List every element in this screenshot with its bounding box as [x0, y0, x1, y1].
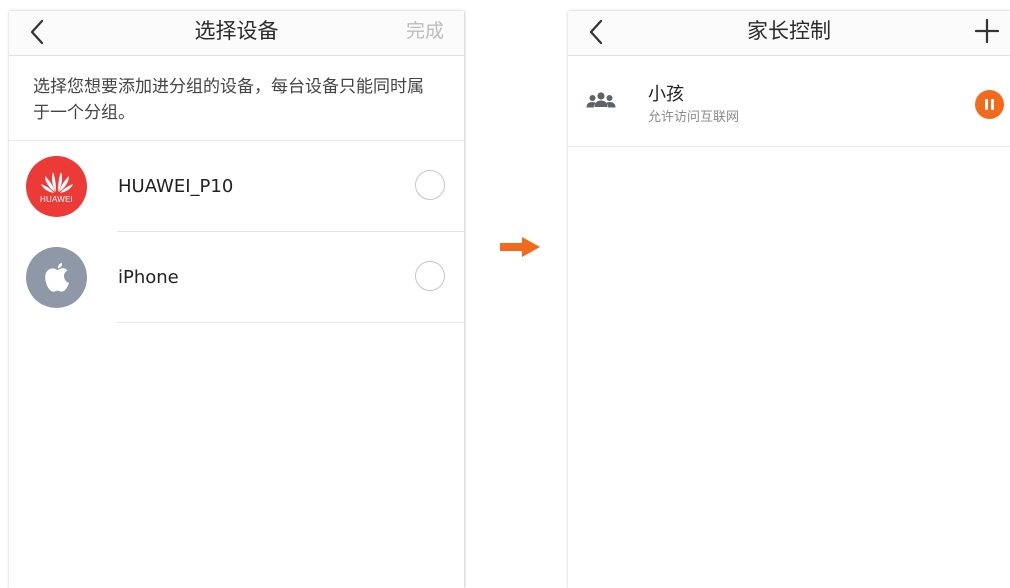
group-name: 小孩 — [648, 84, 684, 105]
hint-text: 选择您想要添加进分组的设备，每台设备只能同时属于一个分组。 — [9, 56, 464, 141]
device-name: iPhone — [118, 267, 179, 288]
select-device-screen: 选择设备 完成 选择您想要添加进分组的设备，每台设备只能同时属于一个分组。 HU… — [9, 11, 464, 588]
device-name: HUAWEI_P10 — [118, 176, 234, 197]
nav-bar: 家长控制 — [568, 11, 1010, 56]
huawei-logo-icon: HUAWEI — [26, 156, 87, 217]
divider — [117, 322, 464, 323]
group-people-icon — [586, 92, 616, 108]
huawei-petals-icon — [40, 171, 73, 193]
nav-bar: 选择设备 完成 — [9, 11, 464, 56]
page-title: 选择设备 — [194, 19, 279, 43]
pause-icon-bar — [991, 99, 994, 110]
parental-control-screen: 家长控制 小孩 允许访问互联网 — [568, 11, 1010, 588]
select-radio[interactable] — [415, 261, 445, 291]
device-row-huawei[interactable]: HUAWEI HUAWEI_P10 — [9, 141, 464, 232]
device-row-iphone[interactable]: iPhone — [9, 232, 464, 323]
group-row[interactable]: 小孩 允许访问互联网 — [568, 56, 1010, 147]
done-button[interactable]: 完成 — [406, 11, 444, 51]
page-title: 家长控制 — [747, 19, 831, 43]
select-radio[interactable] — [415, 170, 445, 200]
pause-button[interactable] — [975, 90, 1004, 119]
apple-shape-icon — [44, 262, 69, 292]
right-arrow-icon — [500, 237, 540, 257]
plus-icon — [975, 19, 999, 43]
huawei-logo-text: HUAWEI — [40, 194, 73, 204]
group-status: 允许访问互联网 — [648, 110, 740, 125]
pause-icon — [985, 99, 988, 110]
apple-logo-icon — [26, 247, 87, 308]
add-group-button[interactable] — [972, 15, 1002, 47]
